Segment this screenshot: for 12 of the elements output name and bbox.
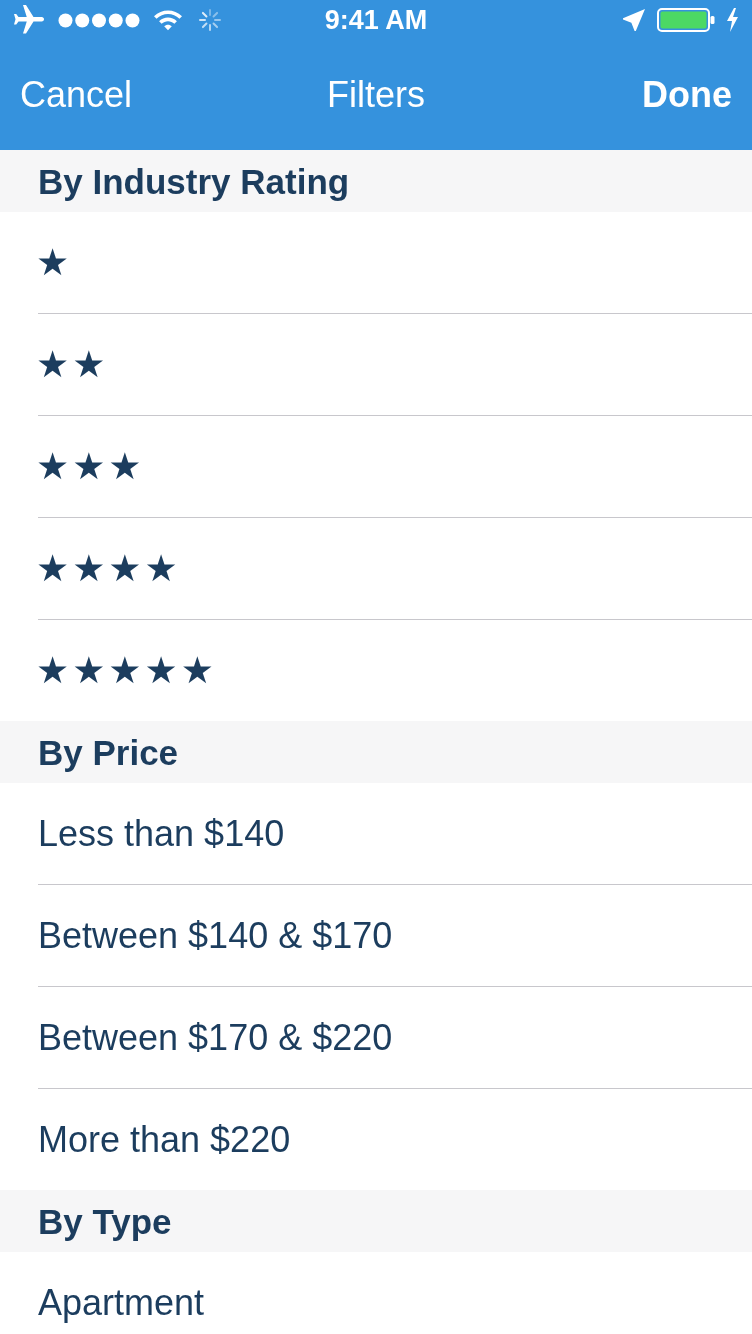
- section-title: By Industry Rating: [38, 163, 350, 199]
- nav-title: Filters: [327, 73, 425, 117]
- wifi-icon: [154, 9, 182, 31]
- signal-strength-icon: [58, 12, 140, 28]
- section-title: By Price: [38, 734, 179, 770]
- status-time: 9:41 AM: [324, 3, 428, 37]
- battery-icon: [657, 8, 715, 32]
- activity-spinner-icon: [198, 8, 222, 32]
- airplane-icon: [14, 5, 44, 35]
- section-title: By Type: [38, 1203, 172, 1239]
- location-arrow-icon: [623, 9, 645, 31]
- charging-bolt-icon: [727, 8, 738, 32]
